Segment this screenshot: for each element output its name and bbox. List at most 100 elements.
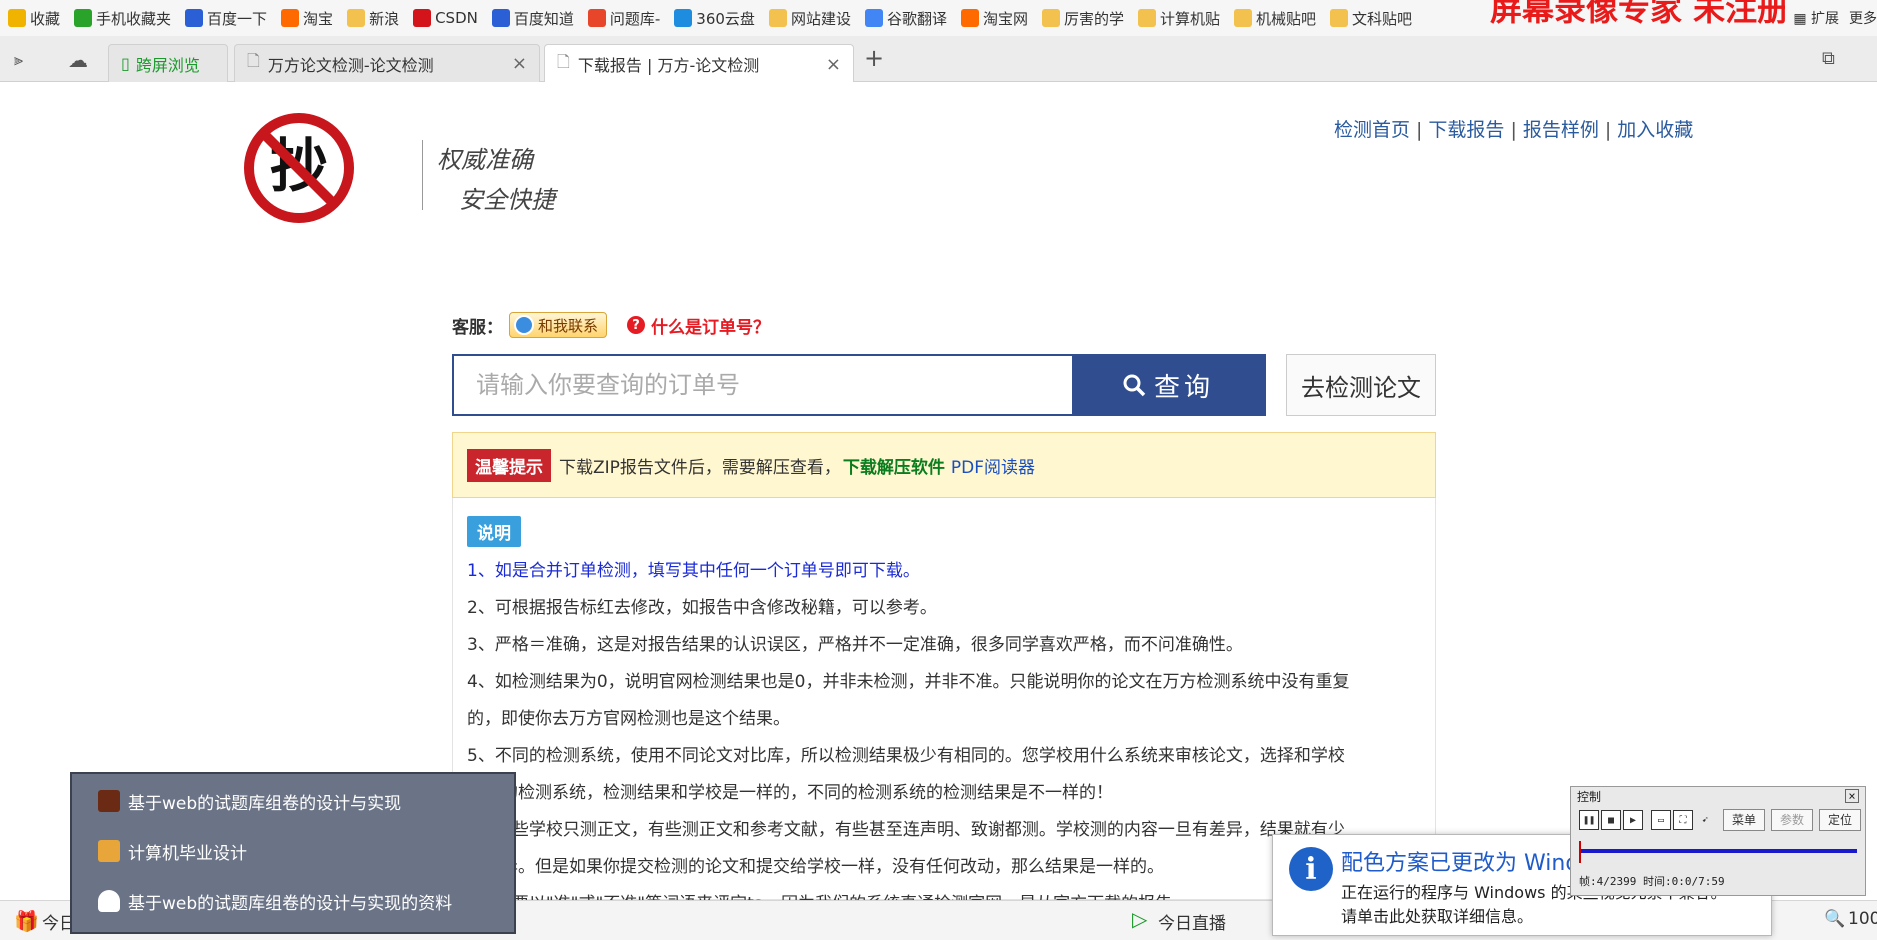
nav-link-home[interactable]: 检测首页 [1334, 119, 1410, 141]
folder-icon [1041, 9, 1060, 27]
go-check-paper-button[interactable]: 去检测论文 [1286, 354, 1436, 416]
flyout-item[interactable]: 计算机毕业设计 [72, 828, 514, 874]
nav-separator: | [1510, 119, 1517, 141]
slogan: 权威准确 安全快捷 [422, 140, 555, 214]
tab-download-report[interactable]: 🗋 下载报告 | 万方-论文检测 × [544, 44, 854, 83]
translate-icon [864, 9, 883, 27]
bookmark-label: 机械贴吧 [1256, 9, 1317, 28]
params-button[interactable]: 参数 [1771, 809, 1814, 831]
bookmark-item[interactable]: 机械贴吧 [1234, 8, 1316, 29]
pdf-reader-link[interactable]: PDF阅读器 [951, 453, 1035, 478]
sidebar-toggle-icon[interactable]: ⫸ [14, 50, 23, 70]
close-icon[interactable]: × [1845, 789, 1859, 803]
watermark-text: 屏幕录像专家 未注册 [1490, 0, 1790, 28]
question-icon: ? [627, 316, 646, 334]
taobao-icon [281, 9, 300, 27]
bookmark-item[interactable]: 360云盘 [674, 8, 755, 29]
info-icon: i [1289, 847, 1333, 891]
tab-cross-screen[interactable]: ▯ 跨屏浏览 [108, 44, 228, 82]
flyout-item-label: 基于web的试题库组卷的设计与实现的资料 [128, 893, 453, 914]
nav-link-sample[interactable]: 报告样例 [1523, 119, 1599, 141]
control-title-text: 控制 [1577, 790, 1602, 804]
tab-bar: ⫸ ☁ ▯ 跨屏浏览 🗋 万方论文检测-论文检测 × 🗋 下载报告 | 万方-论… [0, 36, 1877, 83]
bookmark-label: 新浪 [369, 9, 400, 28]
progress-track[interactable] [1579, 841, 1857, 863]
picture-icon [98, 840, 120, 862]
order-search-input[interactable] [454, 356, 1072, 414]
bookmark-item[interactable]: 百度知道 [491, 8, 574, 29]
tab-label: 下载报告 | 万方-论文检测 [577, 56, 760, 75]
bookmark-label: 淘宝网 [982, 9, 1028, 28]
taobao-icon [960, 9, 979, 27]
window-icon[interactable]: ▭ [1651, 810, 1671, 830]
bookmark-label: 计算机贴 [1160, 9, 1221, 28]
zoom-icon[interactable]: 🔍 [1824, 909, 1845, 929]
description-badge: 说明 [467, 516, 521, 547]
flyout-item-label: 计算机毕业设计 [128, 843, 247, 864]
what-is-order-link[interactable]: ? 什么是订单号？ [627, 313, 770, 338]
page-icon: 🗋 [247, 51, 260, 70]
close-tab-icon[interactable]: × [826, 54, 841, 75]
live-label[interactable]: 今日直播 [1158, 909, 1226, 934]
bookmark-item[interactable]: 谷歌翻译 [864, 8, 947, 29]
step-icon[interactable]: ▶ [1623, 810, 1643, 830]
nav-link-favorite[interactable]: 加入收藏 [1617, 119, 1693, 141]
extend-button[interactable]: ▦ 扩展 [1793, 8, 1839, 28]
nav-separator: | [1416, 119, 1423, 141]
query-button[interactable]: 查询 [1072, 356, 1264, 414]
bookmark-label: CSDN [435, 9, 478, 27]
slogan-line-1: 权威准确 [437, 146, 533, 174]
close-tab-icon[interactable]: × [512, 53, 527, 74]
taskbar-flyout: 基于web的试题库组卷的设计与实现计算机毕业设计基于web的试题库组卷的设计与实… [70, 772, 516, 934]
top-nav: 检测首页 | 下载报告 | 报告样例 | 加入收藏 [1334, 115, 1693, 142]
live-play-icon[interactable]: ▷ [1132, 907, 1147, 931]
bookmark-item[interactable]: 新浪 [347, 8, 399, 29]
contact-label: 和我联系 [538, 316, 599, 335]
pause-icon[interactable]: ❚❚ [1579, 810, 1599, 830]
locate-button[interactable]: 定位 [1819, 809, 1862, 831]
folder-icon [1138, 9, 1156, 27]
bookmark-item[interactable]: 计算机贴 [1138, 8, 1220, 29]
zoom-level[interactable]: 100 [1848, 909, 1877, 929]
bookmark-item[interactable]: 收藏 [8, 8, 60, 29]
bookmark-item[interactable]: 问题库- [587, 8, 661, 29]
stop-icon[interactable]: ■ [1601, 810, 1621, 830]
page-icon: 🗋 [557, 51, 570, 71]
bookmark-item[interactable]: 文科贴吧 [1330, 8, 1412, 29]
bookmark-label: 手机收藏夹 [96, 9, 172, 28]
description-line: 3、严格＝准确，这是对报告结果的认识误区，严格并不一定准确，很多同学喜欢严格，而… [467, 635, 1243, 655]
bookmark-item[interactable]: 淘宝网 [960, 8, 1028, 29]
contact-button[interactable]: 和我联系 [509, 312, 608, 338]
bookmark-item[interactable]: 手机收藏夹 [74, 8, 171, 29]
bookmark-item[interactable]: 淘宝 [281, 8, 333, 29]
description-line: 2、可根据报告标红去修改，如报告中含修改秘籍，可以参考。 [467, 598, 937, 618]
flyout-item[interactable]: 基于web的试题库组卷的设计与实现的资料 [72, 878, 514, 924]
bookmark-label: 百度知道 [513, 9, 574, 28]
menu-button[interactable]: 菜单 [1723, 809, 1766, 831]
qq-face-icon [514, 315, 534, 335]
cloud-icon[interactable]: ☁ [68, 48, 88, 72]
nav-link-download[interactable]: 下载报告 [1428, 119, 1504, 141]
fullscreen-icon[interactable]: ⛶ [1673, 810, 1693, 830]
bell-icon [98, 890, 120, 912]
bookmark-item[interactable]: CSDN [413, 9, 478, 27]
csdn-icon [413, 9, 432, 27]
bookmark-label: 百度一下 [207, 9, 268, 28]
s-icon [587, 9, 606, 27]
tab-list-icon[interactable]: ⧉ [1822, 48, 1835, 69]
nav-separator: | [1604, 119, 1612, 141]
new-tab-button[interactable]: + [864, 44, 884, 72]
bookmark-item[interactable]: 网站建设 [768, 8, 851, 29]
bookmark-item[interactable]: 厉害的学 [1041, 8, 1124, 29]
bookmark-label: 问题库- [609, 9, 661, 28]
gift-icon[interactable]: 🎁 [14, 909, 39, 933]
bookmark-item[interactable]: 百度一下 [185, 8, 267, 29]
download-unzip-link[interactable]: 下载解压软件 [843, 453, 945, 478]
more-button[interactable]: 更多 [1849, 8, 1877, 28]
cursor-icon[interactable]: ➹ [1695, 810, 1715, 830]
service-label: 客服： [452, 317, 503, 338]
bookmarks-right: ▦ 扩展 更多 [1785, 0, 1877, 36]
flyout-item[interactable]: 基于web的试题库组卷的设计与实现 [72, 778, 514, 824]
tab-wanfang-check[interactable]: 🗋 万方论文检测-论文检测 × [234, 44, 540, 82]
query-button-label: 查询 [1153, 372, 1214, 403]
